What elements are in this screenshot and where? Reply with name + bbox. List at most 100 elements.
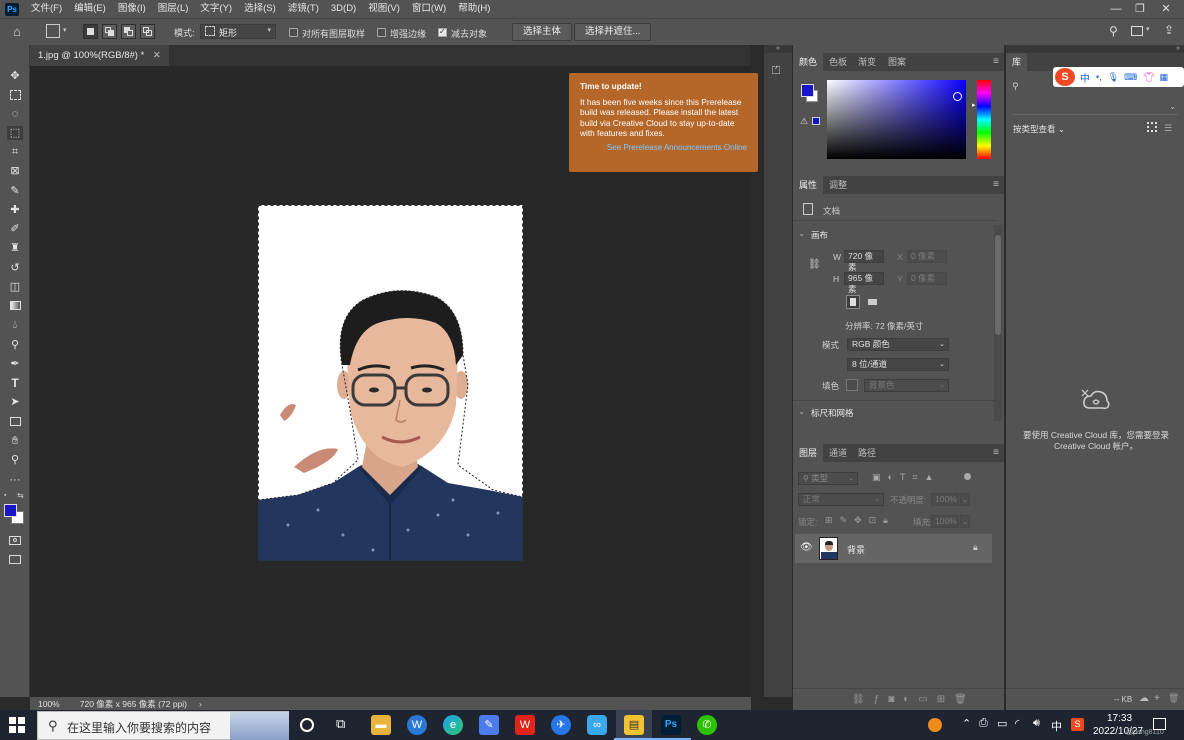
menu-type[interactable]: 文字(Y) xyxy=(194,0,238,18)
minimize-button[interactable]: — xyxy=(1104,0,1128,18)
menu-view[interactable]: 视图(V) xyxy=(362,0,406,18)
mode-select[interactable]: 矩形 ▾ xyxy=(200,24,276,39)
ime-indicator[interactable]: 中 xyxy=(1051,718,1062,734)
opacity-field[interactable]: 100% xyxy=(931,493,959,506)
task-view-icon[interactable]: ⧉ xyxy=(336,716,345,732)
status-chevron-icon[interactable]: › xyxy=(199,699,202,709)
lasso-tool-icon[interactable]: ◌ xyxy=(7,107,23,121)
search-icon[interactable]: ⚲ xyxy=(1012,81,1019,92)
y-field[interactable]: 0 像素 xyxy=(907,272,947,285)
tab-patterns[interactable]: 图案 xyxy=(882,53,912,71)
foreground-color-swatch[interactable] xyxy=(4,504,17,517)
object-selection-tool-icon[interactable] xyxy=(46,24,60,38)
more-tools-icon[interactable]: ··· xyxy=(7,473,23,487)
tab-color[interactable]: 颜色 xyxy=(793,53,824,71)
rulers-section-title[interactable]: 标尺和网格 xyxy=(811,407,854,419)
edge-browser-icon[interactable]: e xyxy=(443,715,463,735)
tray-battery-icon[interactable]: ▭ xyxy=(997,717,1007,730)
visibility-eye-icon[interactable]: 👁︎ xyxy=(800,542,813,553)
select-and-mask-button[interactable]: 选择并遮住... xyxy=(574,23,652,41)
select-subject-button[interactable]: 选择主体 xyxy=(512,23,573,41)
bit-depth-select[interactable]: 8 位/通道 ⌄ xyxy=(847,358,949,371)
width-field[interactable]: 720 像素 xyxy=(844,250,884,272)
volume-icon[interactable]: 🔊︎ xyxy=(1033,717,1040,730)
fill-select[interactable]: 背景色 ⌄ xyxy=(864,379,949,392)
clone-stamp-tool-icon[interactable]: ♜ xyxy=(7,241,23,255)
gradient-tool-icon[interactable] xyxy=(7,299,23,313)
list-view-icon[interactable]: ☰ xyxy=(1164,123,1172,134)
canvas-section-title[interactable]: 画布 xyxy=(811,229,828,241)
notes-app-icon[interactable]: ✎ xyxy=(479,715,499,735)
tab-gradients[interactable]: 渐变 xyxy=(852,53,882,71)
clock-time[interactable]: 17:33 xyxy=(1107,713,1132,724)
document-image[interactable] xyxy=(258,205,523,561)
ime-menu-icon[interactable]: ▦ xyxy=(1160,72,1169,83)
menu-window[interactable]: 窗口(W) xyxy=(406,0,452,18)
zoom-tool-icon[interactable]: ⚲ xyxy=(7,453,23,467)
layer-filter-select[interactable]: ⚲ 类型 ⌄ xyxy=(798,472,858,485)
screen-mode-icon[interactable] xyxy=(7,553,23,567)
rectangle-tool-icon[interactable] xyxy=(7,415,23,429)
menu-file[interactable]: 文件(F) xyxy=(25,0,68,18)
sample-all-layers-checkbox[interactable] xyxy=(289,28,298,37)
hue-slider-handle-icon[interactable]: ▸ xyxy=(972,101,976,109)
filter-toggle-icon[interactable] xyxy=(964,473,971,480)
tab-channels[interactable]: 通道 xyxy=(823,444,853,462)
view-by-type[interactable]: 按类型查看 ⌄ xyxy=(1013,123,1065,135)
crop-tool-icon[interactable]: ⌗ xyxy=(7,145,23,159)
panel-menu-icon[interactable]: ≡ xyxy=(993,53,999,71)
history-panel-icon[interactable]: ⏍ xyxy=(772,65,780,78)
default-colors-icon[interactable]: ▪ xyxy=(4,492,6,499)
path-selection-tool-icon[interactable]: ➤ xyxy=(7,395,23,409)
layer-row[interactable]: 👁︎ 背景 🔒︎ xyxy=(795,534,992,563)
wechat-icon[interactable]: ✆ xyxy=(697,715,717,735)
link-dimensions-icon[interactable]: ⛓ xyxy=(808,259,821,270)
announcements-link[interactable]: See Prerelease Announcements Online xyxy=(580,143,747,154)
rulers-section-chevron-icon[interactable]: ⌄ xyxy=(798,406,805,417)
blend-mode-select[interactable]: 正常 ⌄ xyxy=(798,493,884,506)
layer-filter-icons[interactable]: ▣◐T⌗▲ xyxy=(872,472,940,483)
x-field[interactable]: 0 像素 xyxy=(907,250,947,263)
history-brush-tool-icon[interactable]: ↺ xyxy=(7,261,23,275)
menu-help[interactable]: 帮助(H) xyxy=(452,0,496,18)
search-icon[interactable]: ⚲ xyxy=(1109,24,1118,38)
tab-libraries[interactable]: 库 xyxy=(1006,53,1028,71)
taskbar-search-box[interactable]: ⚲ 在这里输入你要搜索的内容 xyxy=(37,711,289,740)
menu-3d[interactable]: 3D(D) xyxy=(325,0,362,18)
tab-layers[interactable]: 图层 xyxy=(793,444,824,462)
baidu-netdisk-icon[interactable]: ∞ xyxy=(587,715,607,735)
ime-punctuation-icon[interactable]: •, xyxy=(1096,72,1102,82)
delete-icon[interactable]: 🗑︎ xyxy=(1168,693,1179,704)
lock-icons[interactable]: ⊞✎✥⊡🔒︎ xyxy=(825,515,895,526)
zoom-level[interactable]: 100% xyxy=(38,699,60,709)
layer-action-icons[interactable]: ⛓ƒ◙◐▭⊞🗑︎ xyxy=(852,694,976,705)
add-icon[interactable]: + xyxy=(1154,693,1160,704)
ime-language[interactable]: 中 xyxy=(1080,70,1090,85)
app-w-icon[interactable]: W xyxy=(407,715,427,735)
hand-tool-icon[interactable]: ✋︎ xyxy=(7,434,23,448)
websafe-color-swatch[interactable] xyxy=(812,117,820,125)
new-selection-icon[interactable] xyxy=(83,24,98,39)
skin-icon[interactable]: 👕︎ xyxy=(1143,72,1154,83)
document-tab[interactable]: 1.jpg @ 100%(RGB/8#) * ✕ xyxy=(30,45,169,66)
cloud-sync-icon[interactable]: ☁ xyxy=(1139,693,1149,704)
healing-brush-tool-icon[interactable]: ✚ xyxy=(7,203,23,217)
feishu-icon[interactable]: ✈ xyxy=(551,715,571,735)
file-explorer-icon[interactable]: ▬ xyxy=(371,715,391,735)
grid-view-icon[interactable] xyxy=(1147,122,1157,132)
sogou-logo-icon[interactable]: S xyxy=(1055,68,1075,86)
workspace-icon[interactable] xyxy=(1131,26,1143,36)
panel-menu-icon[interactable]: ≡ xyxy=(993,444,999,462)
landscape-orientation-icon[interactable] xyxy=(865,295,879,309)
panel-menu-icon[interactable]: ≡ xyxy=(993,176,999,194)
menu-filter[interactable]: 滤镜(T) xyxy=(282,0,325,18)
restore-button[interactable]: ❐ xyxy=(1128,0,1152,18)
collapse-panels-icon[interactable]: » xyxy=(1006,45,1184,53)
gamut-warning-icon[interactable]: ⚠ xyxy=(800,116,808,127)
quick-mask-icon[interactable] xyxy=(7,534,23,548)
close-tab-icon[interactable]: ✕ xyxy=(153,50,161,61)
eraser-tool-icon[interactable]: ◫ xyxy=(7,280,23,294)
menu-layer[interactable]: 图层(L) xyxy=(152,0,195,18)
intersect-selection-icon[interactable] xyxy=(140,24,155,39)
tray-expand-icon[interactable]: ⌃ xyxy=(962,717,971,730)
